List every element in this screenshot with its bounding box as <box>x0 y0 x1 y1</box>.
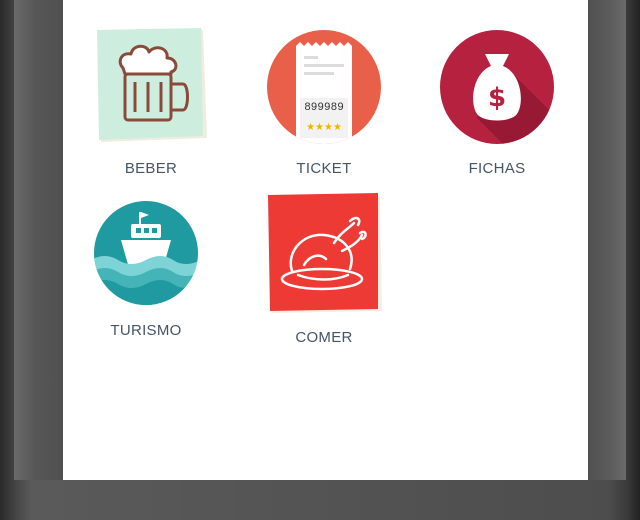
app-tile-ticket[interactable]: 899989 ★★★★ TICKET <box>249 28 399 177</box>
app-label-turismo: TURISMO <box>110 322 182 339</box>
app-label-fichas: FICHAS <box>468 160 526 177</box>
phone-bezel-left <box>14 0 66 480</box>
app-screen: BEBER 899989 ★★★★ TICKET $ FICHAS TURISM… <box>63 0 588 480</box>
app-label-ticket: TICKET <box>296 160 352 177</box>
app-label-beber: BEBER <box>124 160 178 177</box>
app-tile-turismo[interactable]: TURISMO <box>71 198 221 339</box>
ticket-number: 899989 <box>304 102 344 114</box>
beer-mug-icon[interactable] <box>91 28 211 146</box>
ticket-icon[interactable]: 899989 ★★★★ <box>264 28 384 146</box>
app-tile-comer[interactable]: COMER <box>249 193 399 346</box>
money-bag-icon[interactable]: $ <box>437 28 557 146</box>
ticket-stars: ★★★★ <box>306 122 342 133</box>
app-tile-fichas[interactable]: $ FICHAS <box>422 28 572 177</box>
ship-icon[interactable] <box>91 198 201 308</box>
app-label-comer: COMER <box>295 329 353 346</box>
svg-text:$: $ <box>488 83 506 113</box>
app-tile-beber[interactable]: BEBER <box>76 28 226 177</box>
phone-bezel-right <box>586 0 626 480</box>
roast-chicken-icon[interactable] <box>264 193 384 315</box>
